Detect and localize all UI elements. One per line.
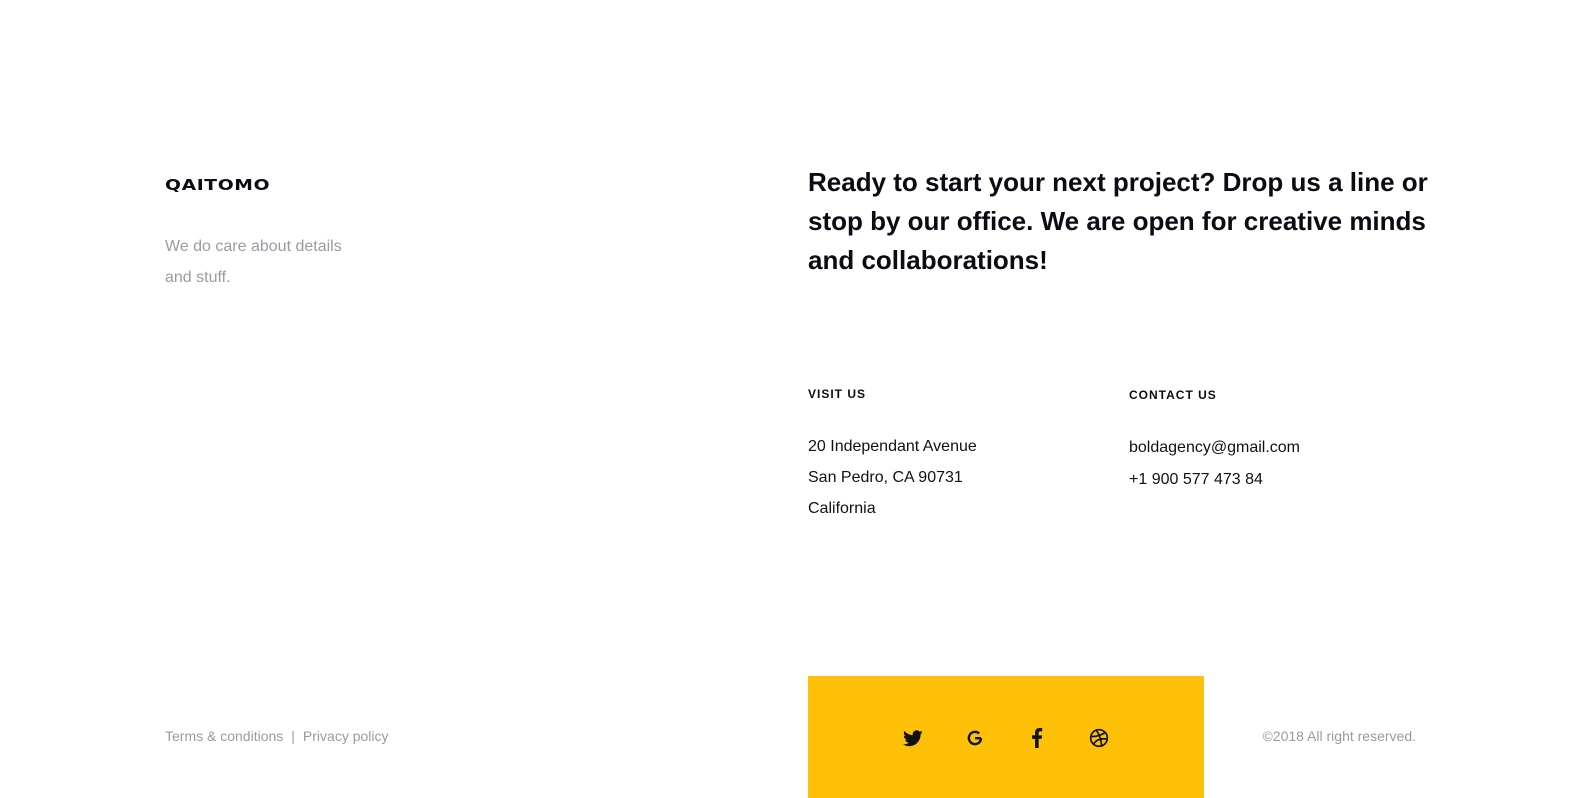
contact-us-heading: CONTACT US: [1129, 388, 1217, 402]
visit-us-heading: VISIT US: [808, 387, 867, 401]
copyright-text: ©2018 All right reserved.: [1262, 728, 1416, 744]
google-icon[interactable]: [965, 728, 985, 748]
dribbble-icon[interactable]: [1089, 728, 1109, 748]
twitter-icon[interactable]: [903, 728, 923, 748]
office-address: 20 Independant Avenue San Pedro, CA 9073…: [808, 431, 977, 524]
contact-details: boldagency@gmail.com +1 900 577 473 84: [1129, 432, 1300, 496]
email-link[interactable]: boldagency@gmail.com: [1129, 432, 1300, 464]
terms-link[interactable]: Terms & conditions: [165, 728, 283, 744]
brand-logo[interactable]: QAITOMO: [165, 176, 270, 194]
address-line-2: San Pedro, CA 90731: [808, 469, 963, 486]
legal-separator: |: [291, 728, 295, 744]
brand-tagline: We do care about details and stuff.: [165, 231, 375, 293]
tagline-line-1: We do care about details: [165, 238, 342, 255]
facebook-icon[interactable]: [1027, 728, 1047, 748]
address-line-3: California: [808, 500, 876, 517]
legal-links: Terms & conditions | Privacy policy: [165, 728, 389, 744]
address-line-1: 20 Independant Avenue: [808, 438, 977, 455]
tagline-line-2: and stuff.: [165, 269, 231, 286]
cta-headline: Ready to start your next project? Drop u…: [808, 167, 1428, 275]
social-icons: [808, 728, 1204, 748]
phone-link[interactable]: +1 900 577 473 84: [1129, 464, 1300, 496]
social-bar: [808, 676, 1204, 798]
privacy-link[interactable]: Privacy policy: [303, 728, 389, 744]
